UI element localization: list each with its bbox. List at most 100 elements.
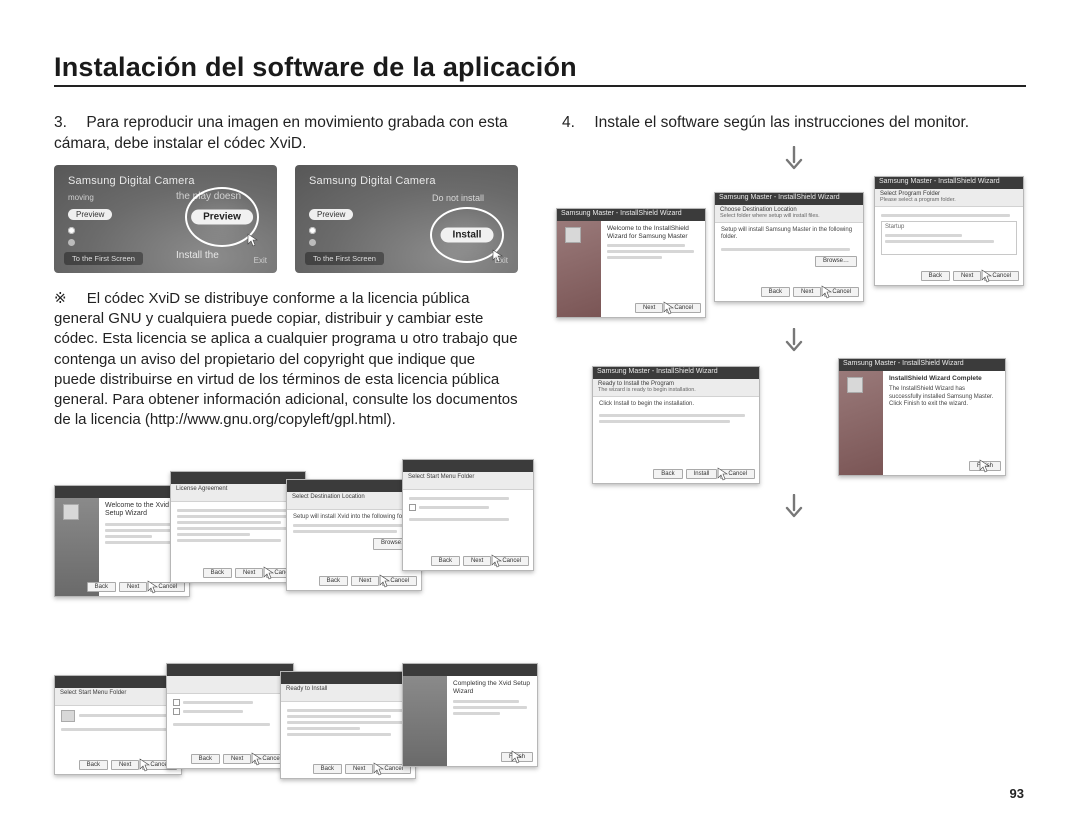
complete-body: The InstallShield Wizard has successfull… xyxy=(889,386,999,409)
preview-pill: Preview xyxy=(68,209,112,220)
next-button[interactable]: Next xyxy=(223,754,251,764)
back-button[interactable]: Back xyxy=(921,271,950,281)
body-text: Setup will install Samsung Master in the… xyxy=(721,227,857,242)
header: Ready to Install xyxy=(281,684,415,702)
next-button[interactable]: Next xyxy=(351,576,379,586)
callout-install: Install xyxy=(430,207,504,263)
button-row: Back Next Cancel xyxy=(87,582,185,592)
titlebar xyxy=(55,486,189,498)
radio-install xyxy=(309,225,320,235)
step-3: 3. Para reproducir una imagen en movimie… xyxy=(54,113,518,155)
completing-heading: Completing the Xvid Setup Wizard xyxy=(453,680,531,696)
next-button[interactable]: Next xyxy=(119,582,147,592)
note-symbol: ※ xyxy=(54,290,67,307)
back-button[interactable]: Back xyxy=(761,287,790,297)
header: Choose Destination Location Select folde… xyxy=(715,205,863,223)
step-3-text: Para reproducir una imagen en movimiento… xyxy=(54,114,508,152)
arrow-down-icon xyxy=(785,494,803,520)
title-wrap: Instalación del software de la aplicació… xyxy=(54,52,1026,87)
back-button[interactable]: Back xyxy=(87,582,116,592)
back-button[interactable]: Back xyxy=(79,760,108,770)
brand-label: Samsung Digital Camera xyxy=(68,175,195,187)
installer-screenshot-install: Samsung Digital Camera Preview Do not in… xyxy=(295,165,518,273)
callout-preview: Preview xyxy=(185,187,259,247)
browse-button[interactable]: Browse… xyxy=(815,256,857,268)
brand-label: Samsung Digital Camera xyxy=(309,175,436,187)
wiz-sm-programfolder: Samsung Master - InstallShield Wizard Se… xyxy=(874,176,1024,286)
next-button[interactable]: Next xyxy=(463,556,491,566)
install-button[interactable]: Install xyxy=(686,469,718,479)
step-4-number: 4. xyxy=(562,113,576,134)
header: Ready to Install the Program The wizard … xyxy=(593,379,759,397)
next-button[interactable]: Next xyxy=(635,303,663,313)
xvid-license-note: ※ El códec XviD se distribuye conforme a… xyxy=(54,289,518,431)
arrow-down-icon xyxy=(785,328,803,354)
back-button[interactable]: Back xyxy=(203,568,232,578)
step-4-text: Instale el software según las instruccio… xyxy=(594,114,969,131)
radio-donot xyxy=(309,237,320,247)
cursor-icon xyxy=(263,566,275,580)
cursor-icon xyxy=(981,269,993,283)
cursor-icon xyxy=(373,762,385,776)
xvid-wizard-cascade-2: Select Start Menu Folder Back Next Cance… xyxy=(54,663,518,833)
welcome-heading: Welcome to the InstallShield Wizard for … xyxy=(607,225,699,241)
back-button[interactable]: Back xyxy=(653,469,682,479)
wiz-ready: Ready to Install Back Next Cancel xyxy=(280,671,416,779)
next-button[interactable]: Next xyxy=(111,760,139,770)
step-4: 4. Instale el software según las instruc… xyxy=(562,113,1026,134)
radio-install xyxy=(68,225,79,235)
note-text: El códec XviD se distribuye conforme a l… xyxy=(54,290,518,429)
titlebar: Samsung Master - InstallShield Wizard xyxy=(715,193,863,205)
wiz-startmenu: Select Start Menu Folder Back Next Cance… xyxy=(402,459,534,571)
sub-line: moving xyxy=(68,193,94,203)
left-column: 3. Para reproducir una imagen en movimie… xyxy=(54,113,518,833)
back-button[interactable]: Back xyxy=(313,764,342,774)
header: Select Program Folder Please select a pr… xyxy=(875,189,1023,207)
back-button[interactable]: Back xyxy=(431,556,460,566)
cursor-icon xyxy=(491,554,503,568)
right-row-1: Samsung Master - InstallShield Wizard We… xyxy=(562,182,1026,322)
complete-heading: InstallShield Wizard Complete xyxy=(889,375,999,383)
cursor-icon xyxy=(247,233,259,247)
callout-preview-label: Preview xyxy=(191,209,253,224)
right-flow: Samsung D Preview Install To the First S… xyxy=(562,140,1026,526)
wiz-completing: Completing the Xvid Setup Wizard Finish xyxy=(402,663,538,767)
next-button[interactable]: Next xyxy=(953,271,981,281)
cursor-icon xyxy=(979,459,991,473)
cursor-icon xyxy=(821,285,833,299)
installer-screenshot-preview: Samsung Digital Camera moving the play d… xyxy=(54,165,277,273)
right-row-2: Samsung Master - InstallShield Wizard Re… xyxy=(562,360,1026,488)
next-button[interactable]: Next xyxy=(235,568,263,578)
folder-icon xyxy=(61,710,75,722)
titlebar: Samsung Master - InstallShield Wizard xyxy=(557,209,705,221)
cursor-icon xyxy=(147,580,159,594)
exit-label: Exit xyxy=(495,256,508,265)
side-icon xyxy=(63,504,79,520)
page-number: 93 xyxy=(1010,786,1024,801)
page-title: Instalación del software de la aplicació… xyxy=(54,52,1026,83)
header: Select Destination Location xyxy=(287,492,421,510)
exit-label: Exit xyxy=(254,256,267,265)
next-button[interactable]: Next xyxy=(345,764,373,774)
install-the-text: Install the xyxy=(176,250,219,261)
next-button[interactable]: Next xyxy=(793,287,821,297)
first-screen-pill: To the First Screen xyxy=(305,252,384,265)
callout-install-label: Install xyxy=(441,227,494,242)
cursor-icon xyxy=(717,467,729,481)
back-button[interactable]: Back xyxy=(319,576,348,586)
header xyxy=(167,676,293,694)
cursor-icon xyxy=(663,301,675,315)
wiz-tasks: Back Next Cancel xyxy=(166,663,294,769)
first-screen-pill: To the First Screen xyxy=(64,252,143,265)
wiz-foldericon: Select Start Menu Folder Back Next Cance… xyxy=(54,675,182,775)
back-button[interactable]: Back xyxy=(191,754,220,764)
list-item: Startup xyxy=(885,224,1013,232)
do-not-install-label: Do not install xyxy=(432,193,484,203)
hint: moving xyxy=(68,193,94,202)
preview-pill: Preview xyxy=(309,209,353,220)
titlebar: Samsung Master - InstallShield Wizard xyxy=(875,177,1023,189)
xvid-wizard-cascade-1: Welcome to the Xvid Setup Wizard Back Ne… xyxy=(54,459,518,645)
wiz-sm-welcome: Samsung Master - InstallShield Wizard We… xyxy=(556,208,706,318)
radio-donot xyxy=(68,237,79,247)
right-column: 4. Instale el software según las instruc… xyxy=(562,113,1026,833)
